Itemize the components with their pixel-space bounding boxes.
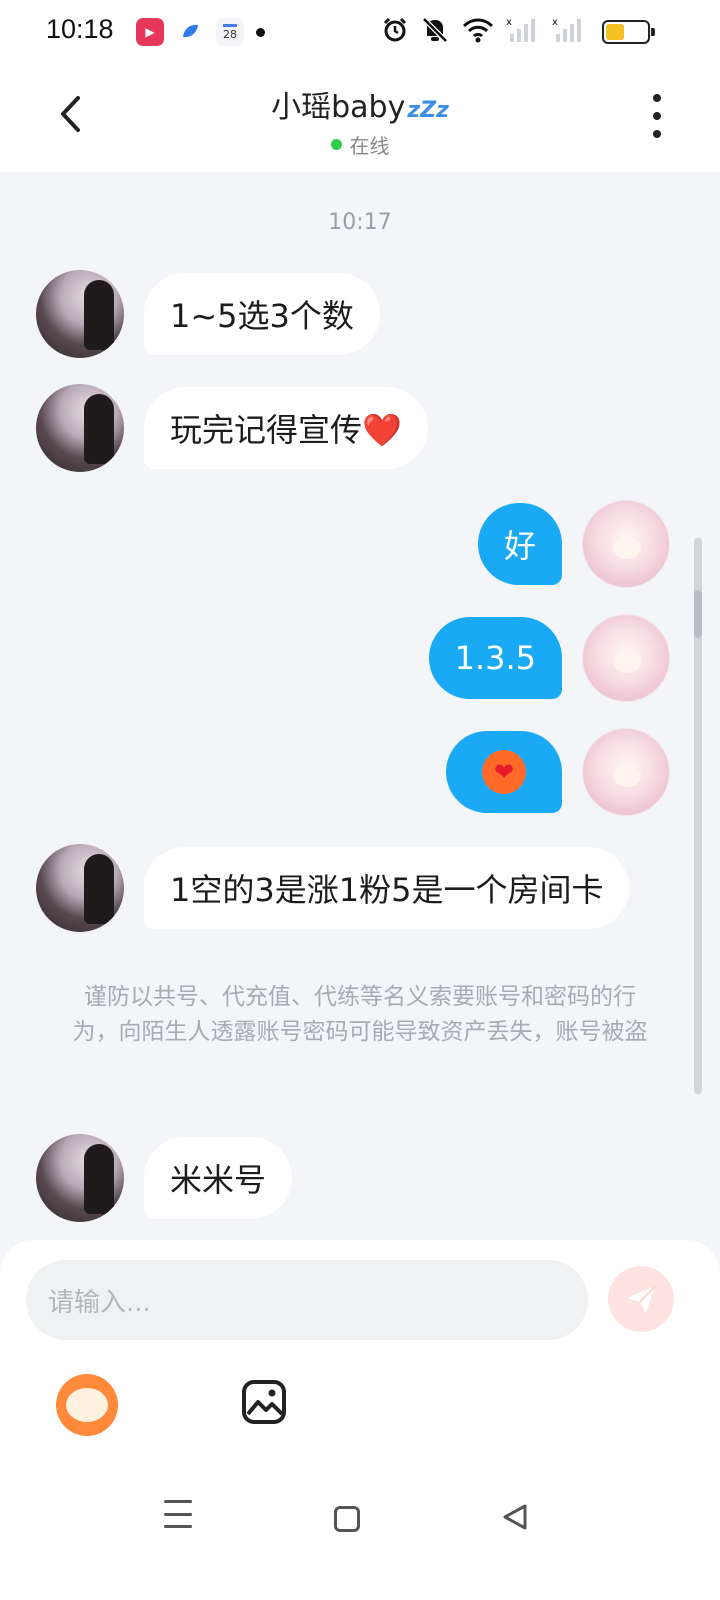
message-row: 1空的3是涨1粉5是一个房间卡: [36, 844, 630, 932]
more-dot-icon: [653, 94, 661, 102]
my-avatar[interactable]: [582, 500, 670, 588]
notification-dot-icon: [256, 27, 265, 37]
emoji-button[interactable]: [56, 1374, 118, 1436]
message-row: 1~5选3个数: [36, 270, 380, 358]
nav-back-button[interactable]: [500, 1502, 530, 1532]
status-bar: 10:18 ▶ 28 x x: [0, 0, 720, 64]
more-dot-icon: [653, 130, 661, 138]
chat-timestamp: 10:17: [328, 210, 392, 235]
contact-avatar[interactable]: [36, 270, 124, 358]
calendar-day: 28: [223, 28, 237, 41]
mute-icon: [422, 17, 448, 43]
alarm-icon: [383, 17, 407, 42]
status-time: 10:18: [46, 14, 114, 44]
sleep-badge-icon: zZz: [407, 98, 449, 123]
signal-icon-2: x: [552, 17, 581, 42]
message-bubble[interactable]: 1空的3是涨1粉5是一个房间卡: [144, 847, 630, 929]
message-bubble[interactable]: 玩完记得宣传❤️: [144, 387, 428, 469]
video-app-icon: ▶: [136, 18, 164, 46]
more-dot-icon: [653, 112, 661, 120]
online-status: 在线: [0, 130, 720, 159]
message-row: 1.3.5: [428, 614, 670, 702]
browser-app-icon: [176, 18, 204, 46]
message-row: 米米号: [36, 1134, 293, 1222]
message-row: 玩完记得宣传❤️: [36, 384, 428, 472]
message-bubble[interactable]: 1.3.5: [428, 617, 562, 699]
svg-text:x: x: [552, 17, 558, 28]
online-dot-icon: [330, 139, 342, 150]
my-avatar[interactable]: [582, 728, 670, 816]
send-button[interactable]: [608, 1266, 674, 1332]
signal-icon-1: x: [506, 17, 535, 42]
message-bubble[interactable]: 1~5选3个数: [144, 273, 380, 355]
online-status-label: 在线: [349, 134, 390, 158]
wifi-icon: [462, 18, 494, 43]
chat-message-list[interactable]: 10:17 1~5选3个数 玩完记得宣传❤️ 好 1.3.5 ❤ 1空的3是涨1…: [0, 172, 720, 1252]
security-warning: 谨防以共号、代充值、代练等名义索要账号和密码的行为，向陌生人透露账号密码可能导致…: [72, 984, 648, 1045]
my-avatar[interactable]: [582, 614, 670, 702]
message-row: ❤: [446, 728, 670, 816]
contact-avatar[interactable]: [36, 1134, 124, 1222]
contact-avatar[interactable]: [36, 844, 124, 932]
svg-text:x: x: [506, 17, 512, 28]
heart-sticker-icon: ❤: [482, 750, 526, 794]
send-icon: [627, 1285, 656, 1313]
message-input[interactable]: 请输入...: [26, 1260, 588, 1340]
image-button[interactable]: [240, 1378, 288, 1426]
sticker-bubble[interactable]: ❤: [446, 731, 562, 813]
chat-header: 小瑶babyzZz 在线: [0, 64, 720, 172]
contact-name: 小瑶baby: [271, 90, 406, 125]
recent-apps-button[interactable]: [164, 1500, 192, 1528]
home-button[interactable]: [334, 1506, 360, 1532]
message-bubble[interactable]: 米米号: [144, 1137, 293, 1219]
status-app-icons: ▶ 28: [136, 18, 265, 46]
battery-icon: [602, 20, 655, 44]
chat-title-area: 小瑶babyzZz 在线: [0, 82, 720, 159]
more-options-button[interactable]: [642, 94, 672, 138]
message-bubble[interactable]: 好: [477, 503, 562, 585]
emoji-face-icon: [66, 1388, 108, 1422]
system-nav-bar: [0, 1480, 720, 1600]
calendar-app-icon: 28: [216, 18, 244, 46]
contact-avatar[interactable]: [36, 384, 124, 472]
scrollbar-thumb[interactable]: [694, 590, 702, 638]
message-row: 好: [477, 500, 670, 588]
